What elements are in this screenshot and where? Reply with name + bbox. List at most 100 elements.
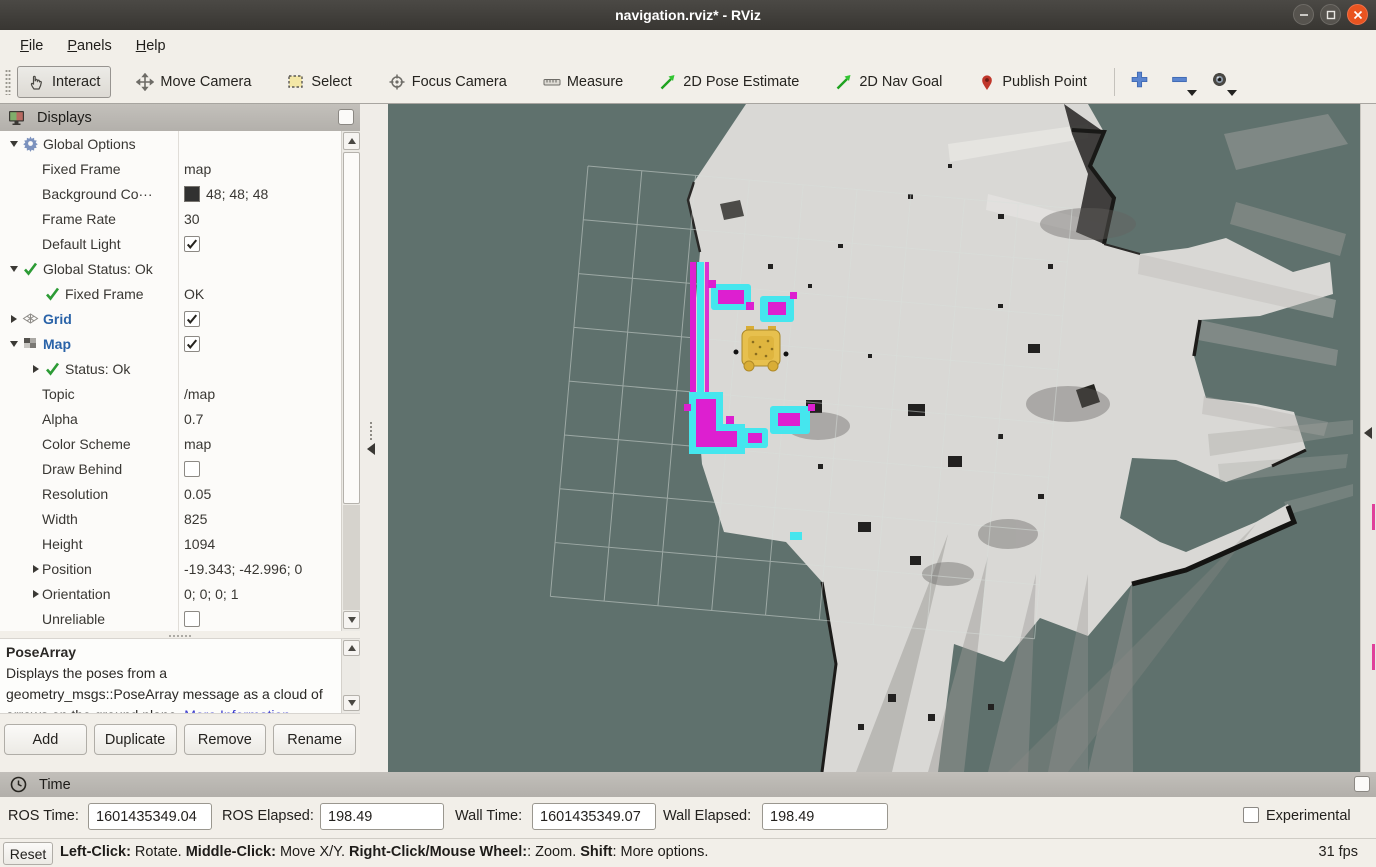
property-value-cell[interactable]: 825 [178, 511, 341, 527]
dropdown-arrow-icon[interactable] [1227, 90, 1237, 96]
property-row-topic[interactable]: Topic/map [0, 381, 341, 406]
3d-viewport[interactable] [388, 104, 1360, 772]
ros-time-input[interactable] [88, 803, 212, 830]
property-row-height[interactable]: Height1094 [0, 531, 341, 556]
remove-button[interactable]: Remove [184, 724, 267, 755]
color-swatch[interactable] [184, 186, 200, 202]
property-value-cell[interactable]: 48; 48; 48 [178, 186, 341, 202]
expander-down-icon[interactable] [8, 341, 20, 347]
add-tool-button[interactable] [1127, 67, 1153, 97]
property-row-fixed-frame[interactable]: Fixed FrameOK [0, 281, 341, 306]
property-value-cell[interactable]: 1094 [178, 536, 341, 552]
expander-right-icon[interactable] [30, 565, 42, 573]
property-checkbox[interactable] [184, 611, 200, 627]
description-scrollbar[interactable] [341, 639, 360, 713]
property-row-status-ok[interactable]: Status: Ok [0, 356, 341, 381]
window-titlebar[interactable]: navigation.rviz* - RViz [0, 0, 1376, 30]
tool-select[interactable]: Select [276, 66, 362, 98]
experimental-checkbox[interactable] [1243, 807, 1259, 823]
expander-down-icon[interactable] [8, 266, 20, 272]
property-row-frame-rate[interactable]: Frame Rate30 [0, 206, 341, 231]
tool-publish-point[interactable]: Publish Point [967, 66, 1098, 98]
property-value-cell[interactable] [178, 311, 341, 327]
property-row-fixed-frame[interactable]: Fixed Framemap [0, 156, 341, 181]
property-row-draw-behind[interactable]: Draw Behind [0, 456, 341, 481]
property-value-cell[interactable] [178, 336, 341, 352]
property-value-cell[interactable]: OK [178, 286, 341, 302]
toolbar-drag-handle[interactable] [5, 69, 11, 95]
tool-2d-nav-goal[interactable]: 2D Nav Goal [824, 66, 953, 98]
expander-right-icon[interactable] [8, 315, 20, 323]
tool-focus-camera[interactable]: Focus Camera [377, 66, 518, 98]
property-value-cell[interactable]: 0.05 [178, 486, 341, 502]
expand-right-panel-arrow-icon[interactable] [1364, 427, 1372, 439]
property-value-cell[interactable]: map [178, 436, 341, 452]
property-row-resolution[interactable]: Resolution0.05 [0, 481, 341, 506]
property-row-global-status-ok[interactable]: Global Status: Ok [0, 256, 341, 281]
expander-right-icon[interactable] [30, 365, 42, 373]
menu-file[interactable]: File [10, 34, 53, 58]
property-value-cell[interactable]: 0; 0; 0; 1 [178, 586, 341, 602]
property-row-color-scheme[interactable]: Color Schememap [0, 431, 341, 456]
render-view[interactable] [388, 104, 1360, 772]
dropdown-arrow-icon[interactable] [1187, 90, 1197, 96]
rename-button[interactable]: Rename [273, 724, 356, 755]
ros-elapsed-input[interactable] [320, 803, 444, 830]
add-button[interactable]: Add [4, 724, 87, 755]
remove-tool-button[interactable] [1167, 67, 1193, 97]
property-value-cell[interactable]: 0.7 [178, 411, 341, 427]
scrollbar-track[interactable] [343, 505, 360, 610]
time-panel-header[interactable]: Time [0, 772, 1376, 797]
tool-measure[interactable]: Measure [532, 66, 634, 98]
property-row-alpha[interactable]: Alpha0.7 [0, 406, 341, 431]
tree-column-divider[interactable] [178, 131, 179, 631]
time-float-button[interactable] [1354, 776, 1370, 792]
property-row-width[interactable]: Width825 [0, 506, 341, 531]
scroll-up-button[interactable] [343, 132, 360, 150]
property-value-cell[interactable] [178, 461, 341, 477]
property-checkbox[interactable] [184, 461, 200, 477]
wall-elapsed-input[interactable] [762, 803, 888, 830]
tool-visibility-button[interactable] [1207, 67, 1233, 97]
property-value-cell[interactable]: 30 [178, 211, 341, 227]
desc-scroll-down-button[interactable] [343, 695, 360, 711]
property-checkbox[interactable] [184, 311, 200, 327]
property-value-cell[interactable]: -19.343; -42.996; 0 [178, 561, 341, 577]
desc-scroll-up-button[interactable] [343, 640, 360, 656]
tool-interact[interactable]: Interact [17, 66, 111, 98]
minimize-button[interactable] [1293, 4, 1314, 25]
property-row-background-co[interactable]: Background Co···48; 48; 48 [0, 181, 341, 206]
property-value-cell[interactable]: map [178, 161, 341, 177]
reset-button[interactable]: Reset [3, 842, 53, 865]
left-panel-splitter[interactable] [360, 104, 388, 772]
property-row-unreliable[interactable]: Unreliable [0, 606, 341, 631]
displays-float-button[interactable] [338, 109, 354, 125]
displays-scrollbar[interactable] [341, 131, 360, 631]
property-row-default-light[interactable]: Default Light [0, 231, 341, 256]
right-panel-splitter[interactable] [1360, 104, 1376, 772]
maximize-button[interactable] [1320, 4, 1341, 25]
menu-help[interactable]: Help [126, 34, 176, 58]
expander-down-icon[interactable] [8, 141, 20, 147]
tool-move-camera[interactable]: Move Camera [125, 66, 262, 98]
scroll-down-button[interactable] [343, 611, 360, 629]
property-value-cell[interactable]: /map [178, 386, 341, 402]
duplicate-button[interactable]: Duplicate [94, 724, 177, 755]
wall-time-input[interactable] [532, 803, 656, 830]
property-row-map[interactable]: Map [0, 331, 341, 356]
tool-2d-pose-estimate[interactable]: 2D Pose Estimate [648, 66, 810, 98]
more-information-link[interactable]: More Information. [184, 707, 294, 714]
property-value-cell[interactable] [178, 611, 341, 627]
property-checkbox[interactable] [184, 236, 200, 252]
displays-panel-header[interactable]: Displays [0, 104, 360, 131]
menu-panels[interactable]: Panels [57, 34, 121, 58]
property-row-orientation[interactable]: Orientation0; 0; 0; 1 [0, 581, 341, 606]
property-row-global-options[interactable]: Global Options [0, 131, 341, 156]
close-button[interactable] [1347, 4, 1368, 25]
property-row-grid[interactable]: Grid [0, 306, 341, 331]
scrollbar-thumb[interactable] [343, 152, 360, 504]
collapse-panel-arrow-icon[interactable] [367, 443, 375, 455]
property-row-position[interactable]: Position-19.343; -42.996; 0 [0, 556, 341, 581]
property-value-cell[interactable] [178, 236, 341, 252]
expander-right-icon[interactable] [30, 590, 42, 598]
